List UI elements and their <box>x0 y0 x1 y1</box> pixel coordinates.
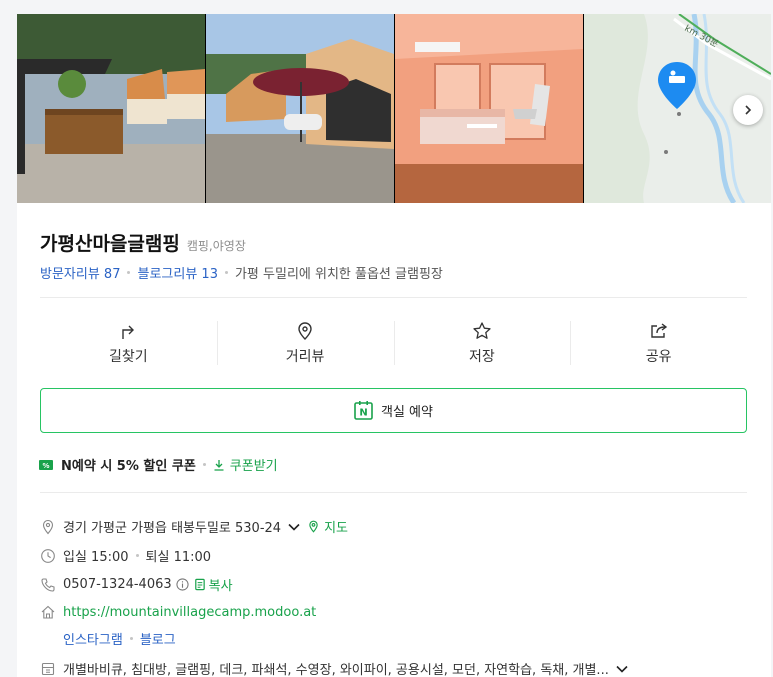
separator-dot <box>224 271 228 274</box>
camp-terrace-photo[interactable] <box>17 14 205 203</box>
map-link[interactable]: 지도 <box>307 517 348 536</box>
coupon-text: N예약 시 5% 할인 쿠폰 <box>61 459 196 474</box>
place-header: 가평산마을글램핑 캠핑,야영장 <box>40 229 246 256</box>
amenities-row: 개별바비큐, 침대방, 글램핑, 데크, 파쇄석, 수영장, 와이파이, 공용시… <box>40 659 629 677</box>
info-icon[interactable] <box>176 578 189 591</box>
amenities-icon <box>41 662 55 675</box>
room-booking-label: 객실 예약 <box>381 405 433 420</box>
website-link[interactable]: https://mountainvillagecamp.modoo.at <box>63 605 316 620</box>
separator-dot <box>135 554 139 557</box>
separator-dot <box>127 271 131 274</box>
chevron-down-icon[interactable] <box>615 662 629 676</box>
get-coupon-button[interactable]: 쿠폰받기 <box>213 455 278 474</box>
save-label: 저장 <box>468 348 495 365</box>
visitor-reviews-link[interactable]: 방문자리뷰 87 <box>40 263 120 282</box>
location-pin-icon <box>42 519 54 534</box>
map-pin-icon <box>309 520 318 533</box>
tent-interior-photo[interactable] <box>395 14 583 203</box>
checkin-time: 입실 15:00 <box>63 550 129 565</box>
divider <box>40 297 747 298</box>
directions-button[interactable]: 길찾기 <box>40 314 217 372</box>
chevron-right-icon <box>745 105 752 115</box>
coupon-row: % N예약 시 5% 할인 쿠폰 쿠폰받기 <box>39 455 278 474</box>
separator-dot <box>129 637 133 640</box>
coupon-icon: % <box>39 459 53 470</box>
svg-text:%: % <box>42 462 49 470</box>
location-pin-icon <box>298 321 312 340</box>
tent-parasol-photo[interactable] <box>206 14 394 203</box>
action-bar: 길찾기 거리뷰 저장 공유 <box>40 314 747 372</box>
directions-label: 길찾기 <box>109 348 148 365</box>
review-summary: 방문자리뷰 87 블로그리뷰 13 가평 두밀리에 위치한 풀옵션 글램핑장 <box>40 263 443 282</box>
address-row: 경기 가평군 가평읍 태봉두밀로 530-24 지도 <box>40 517 348 536</box>
place-description: 가평 두밀리에 위치한 풀옵션 글램핑장 <box>234 267 443 282</box>
chevron-down-icon[interactable] <box>287 520 301 534</box>
clock-icon <box>41 548 55 563</box>
phone-row: 0507-1324-4063 복사 <box>40 575 233 594</box>
home-icon <box>41 605 55 619</box>
separator-dot <box>202 463 206 466</box>
save-button[interactable]: 저장 <box>393 314 571 372</box>
address-text: 경기 가평군 가평읍 태봉두밀로 530-24 <box>63 521 282 536</box>
svg-text:N: N <box>359 408 367 419</box>
map-link-label: 지도 <box>324 521 348 536</box>
website-row: https://mountainvillagecamp.modoo.at <box>40 604 316 620</box>
get-coupon-label: 쿠폰받기 <box>229 459 278 474</box>
street-view-label: 거리뷰 <box>285 348 325 365</box>
place-title: 가평산마을글램핑 <box>40 233 180 255</box>
directions-icon <box>122 325 135 339</box>
phone-number: 0507-1324-4063 <box>63 577 172 592</box>
copy-phone-button[interactable]: 복사 <box>193 575 233 594</box>
download-icon <box>214 459 224 471</box>
room-booking-button[interactable]: N 객실 예약 <box>40 388 747 433</box>
amenities-text: 개별바비큐, 침대방, 글램핑, 데크, 파쇄석, 수영장, 와이파이, 공용시… <box>63 663 609 677</box>
blog-reviews-link[interactable]: 블로그리뷰 13 <box>137 263 217 282</box>
street-view-button[interactable]: 거리뷰 <box>216 314 394 372</box>
hours-row: 입실 15:00 퇴실 11:00 <box>40 546 211 565</box>
copy-label: 복사 <box>208 579 233 594</box>
divider <box>40 492 747 493</box>
share-button[interactable]: 공유 <box>570 314 747 372</box>
place-card: km 30분 가평산마을글램핑 캠핑,야영장 방문자리뷰 87 블로그리뷰 13 <box>17 14 771 677</box>
share-label: 공유 <box>645 348 672 365</box>
copy-icon <box>194 578 205 591</box>
blog-link[interactable]: 블로그 <box>140 629 176 648</box>
photo-gallery: km 30분 <box>17 14 771 203</box>
checkout-time: 퇴실 11:00 <box>145 550 212 565</box>
place-category: 캠핑,야영장 <box>186 239 246 253</box>
naver-booking-icon: N <box>354 401 373 420</box>
social-links-row: 인스타그램 블로그 <box>63 629 176 648</box>
phone-icon <box>41 577 55 592</box>
instagram-link[interactable]: 인스타그램 <box>63 629 123 648</box>
star-icon <box>473 321 491 339</box>
share-icon <box>650 322 667 338</box>
gallery-next-button[interactable] <box>733 95 763 125</box>
